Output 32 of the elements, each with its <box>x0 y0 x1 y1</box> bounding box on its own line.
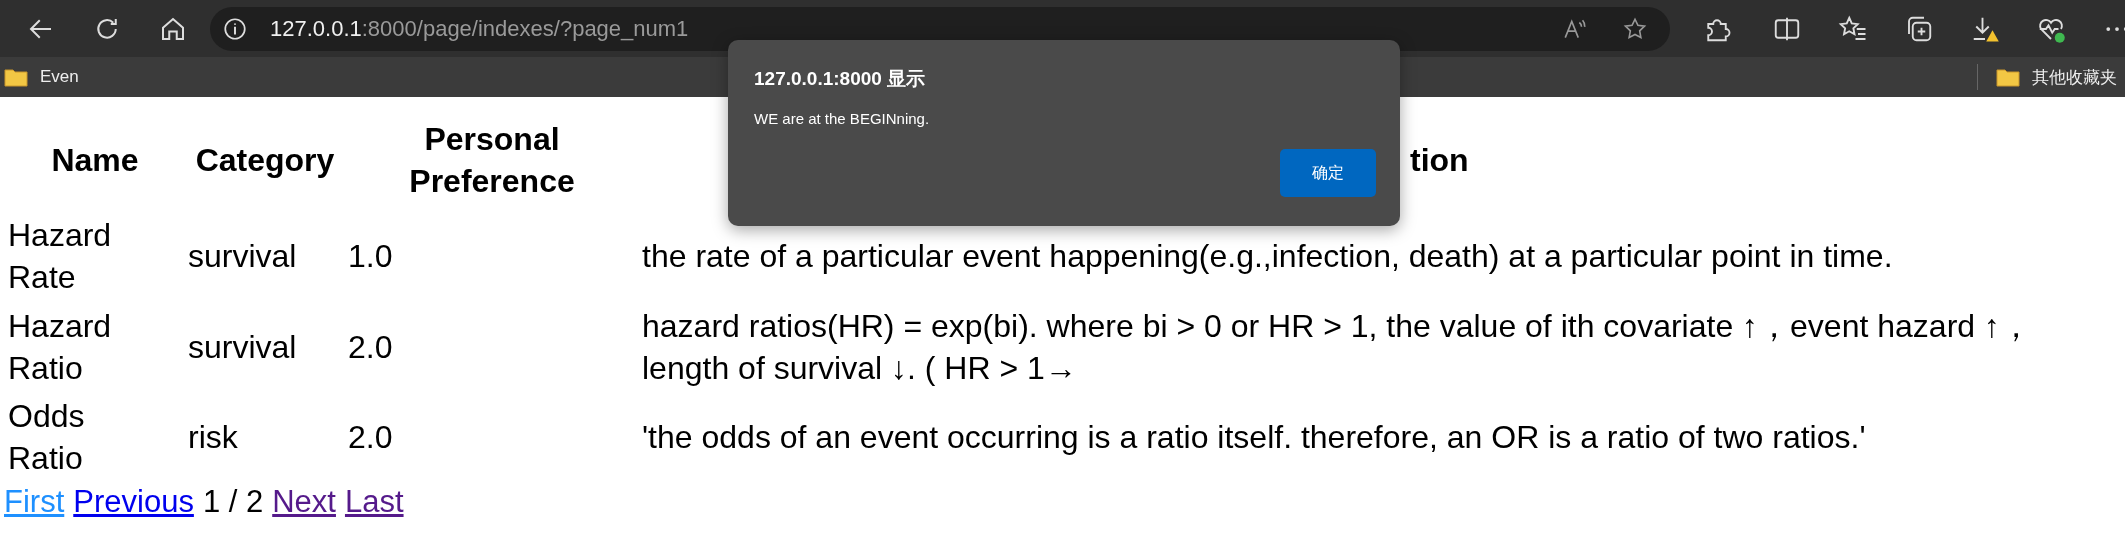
pagination-link[interactable]: Last <box>344 483 404 520</box>
info-icon[interactable] <box>222 15 248 42</box>
pagination-link[interactable]: Next <box>272 483 336 520</box>
page-status: 1 / 2 <box>202 483 264 520</box>
address-bar[interactable]: 127.0.0.1:8000/page/indexes/?page_num1 <box>210 6 1670 51</box>
folder-icon <box>4 67 28 87</box>
pagination-link[interactable]: Previous <box>73 483 194 520</box>
star-icon[interactable] <box>1622 15 1648 42</box>
table-cell: risk <box>188 419 238 456</box>
column-header: Category <box>195 141 335 178</box>
bookmark[interactable]: Even <box>4 67 79 87</box>
table-cell: Hazard Ratio <box>8 307 112 386</box>
table-cell: Odds Ratio <box>8 398 85 477</box>
table-cell: survival <box>188 328 297 365</box>
table-cell: Hazard Rate <box>8 217 112 296</box>
table-cell: hazard ratios(HR) = exp(bi). where bi > 0 or HR > 1, the value of ith covariate ↑，event hazard ↑，length of survival ↓. ( HR > 1→ <box>642 307 2032 386</box>
table-cell: 2.0 <box>348 419 393 456</box>
url-path: :8000/page/indexes/?page_num1 <box>361 15 689 42</box>
table-cell: 1.0 <box>348 238 393 275</box>
folder-icon <box>1996 67 2020 87</box>
url-host: 127.0.0.1 <box>270 15 362 42</box>
column-header: Personal Preference <box>409 121 575 199</box>
dialog-title: 127.0.0.1:8000 显示 <box>754 67 927 91</box>
table-cell: 'the odds of an event occurring is a ratio itself. therefore, an OR is a ratio of two ratios.' <box>642 419 1866 456</box>
table-cell: 2.0 <box>348 328 393 365</box>
other-favorites-folder[interactable]: 其他收藏夹 <box>1996 65 2117 89</box>
column-header: tion <box>1410 141 1469 178</box>
table-cell: survival <box>188 238 297 275</box>
dialog-message: WE are at the BEGINning. <box>754 110 931 127</box>
table-cell: the rate of a particular event happening(e.g.,infection, death) at a particular point in time. <box>642 238 1893 275</box>
ok-button[interactable]: 确定 <box>1280 149 1376 197</box>
column-header: Name <box>51 141 139 178</box>
